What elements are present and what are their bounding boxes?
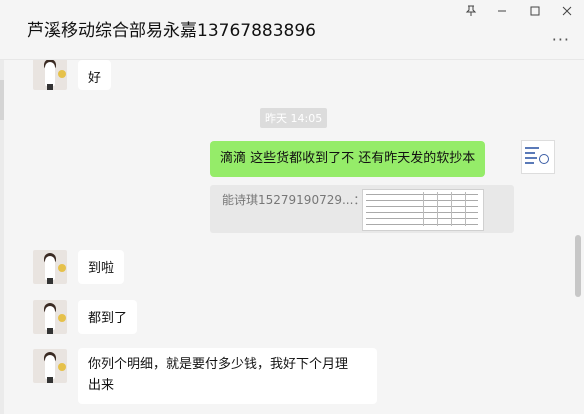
my-avatar[interactable] [521, 140, 555, 174]
message-text-line: 你列个明细，就是要付多少钱，我好下个月理 [88, 357, 349, 372]
message-bubble[interactable]: 你列个明细，就是要付多少钱，我好下个月理 出来 [78, 348, 377, 404]
quoted-text: 能诗琪15279190729...： [222, 193, 366, 207]
message-text: 到啦 [88, 261, 115, 276]
message-bubble[interactable]: 到啦 [78, 250, 125, 284]
title-bar: 芦溪移动综合部易永嘉13767883896 ··· [0, 0, 584, 60]
message-bubble[interactable]: 好 [78, 60, 112, 90]
message-text: 都到了 [88, 311, 128, 326]
chat-area: 好 昨天 14:05 滴滴 这些货都收到了不 还有昨天发的软抄本 能诗琪1527… [0, 60, 584, 414]
chat-scrollbar[interactable] [575, 235, 581, 297]
minimize-icon[interactable] [487, 0, 517, 22]
maximize-icon[interactable] [520, 0, 550, 22]
contact-avatar[interactable] [33, 349, 67, 383]
timestamp: 昨天 14:05 [260, 108, 328, 128]
message-bubble[interactable]: 都到了 [78, 300, 138, 334]
quoted-message[interactable]: 能诗琪15279190729...： [210, 185, 514, 233]
contact-avatar[interactable] [33, 250, 67, 284]
message-text: 滴滴 这些货都收到了不 还有昨天发的软抄本 [220, 151, 476, 166]
message-text: 好 [88, 71, 102, 86]
pin-icon[interactable] [456, 0, 486, 22]
contact-avatar[interactable] [33, 60, 67, 90]
chat-title: 芦溪移动综合部易永嘉13767883896 [27, 21, 316, 41]
my-message-bubble[interactable]: 滴滴 这些货都收到了不 还有昨天发的软抄本 [210, 141, 486, 177]
close-icon[interactable] [552, 0, 582, 22]
message-text-line: 出来 [88, 378, 115, 393]
more-options-button[interactable]: ··· [552, 30, 570, 49]
contact-avatar[interactable] [33, 300, 67, 334]
quoted-image-thumbnail[interactable] [362, 189, 484, 231]
